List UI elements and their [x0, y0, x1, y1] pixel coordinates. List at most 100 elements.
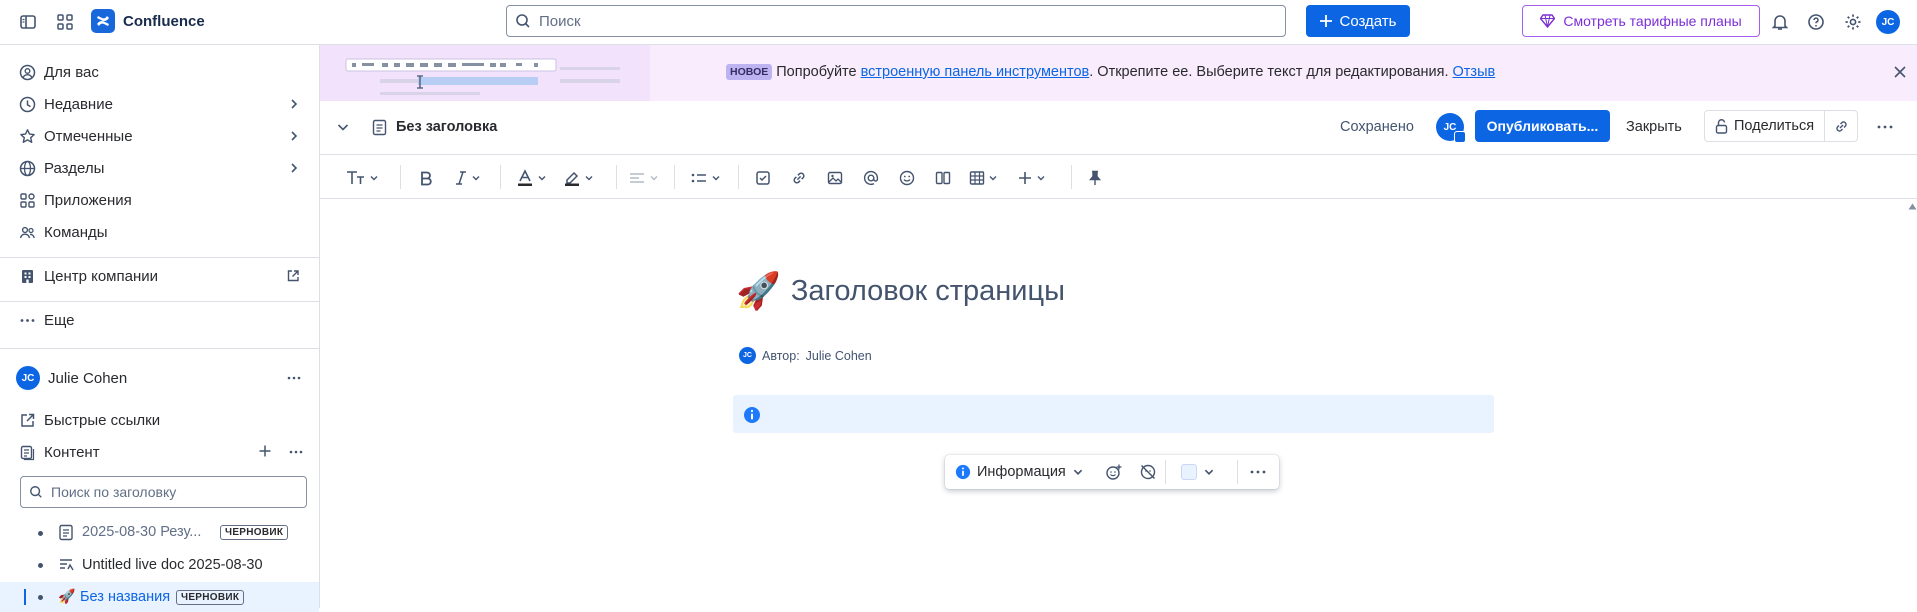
unlock-icon	[1715, 118, 1728, 134]
clock-icon	[18, 95, 36, 113]
panel-color-dropdown[interactable]	[1181, 464, 1215, 480]
bold-button[interactable]	[418, 167, 434, 189]
info-panel[interactable]	[733, 395, 1494, 433]
toolbar-divider	[616, 165, 617, 189]
space-header[interactable]: JC Julie Cohen	[16, 366, 301, 390]
embedded-toolbar-link[interactable]: встроенную панель инструментов	[861, 64, 1090, 80]
plans-label: Смотреть тарифные планы	[1563, 13, 1742, 29]
sidebar-item-spaces[interactable]: Разделы	[18, 156, 300, 180]
app-name: Confluence	[123, 12, 205, 30]
text-color-menu[interactable]	[516, 167, 547, 189]
sidebar-item-starred[interactable]: Отмеченные	[18, 124, 300, 148]
doc-title[interactable]: Без заголовка	[396, 119, 497, 135]
tree-item-title: 2025-08-30 Резу...	[82, 524, 202, 540]
content-more-icon[interactable]	[288, 444, 304, 460]
chevron-down-icon	[1036, 173, 1046, 183]
highlight-menu[interactable]	[563, 167, 594, 189]
view-plans-button[interactable]: Смотреть тарифные планы	[1522, 5, 1760, 37]
app-switcher-icon[interactable]	[53, 10, 77, 34]
page-icon	[58, 524, 74, 541]
sidebar-item-teams[interactable]: Команды	[18, 220, 300, 244]
globe-icon	[18, 159, 36, 177]
table-menu[interactable]	[969, 167, 998, 189]
share-button[interactable]: Поделиться	[1705, 111, 1826, 141]
plus-icon	[1017, 170, 1033, 186]
rocket-emoji-icon[interactable]: 🚀	[736, 273, 781, 309]
add-content-plus-icon[interactable]	[258, 444, 272, 458]
sidebar-item-content[interactable]: Контент	[18, 440, 303, 464]
notifications-bell-icon[interactable]	[1768, 10, 1792, 34]
page-title-text[interactable]: Заголовок страницы	[791, 275, 1065, 308]
space-more-icon[interactable]	[286, 370, 302, 386]
sidebar-item-quick-links[interactable]: Быстрые ссылки	[18, 408, 300, 432]
alignment-menu[interactable]	[628, 167, 659, 189]
create-button[interactable]: Создать	[1306, 5, 1410, 37]
link-button[interactable]	[791, 167, 807, 189]
banner-text-before: Попробуйте	[776, 64, 857, 80]
copy-link-button[interactable]	[1825, 111, 1857, 141]
page-title[interactable]: 🚀 Заголовок страницы	[736, 273, 1065, 309]
author-name[interactable]: Julie Cohen	[806, 349, 872, 363]
action-item-button[interactable]	[755, 167, 771, 189]
settings-gear-icon[interactable]	[1841, 10, 1865, 34]
more-options-icon[interactable]	[1249, 464, 1267, 480]
rocket-emoji-icon: 🚀	[58, 588, 76, 604]
remove-emoji-icon[interactable]	[1139, 463, 1157, 481]
draft-badge: ЧЕРНОВИК	[176, 590, 245, 605]
list-menu[interactable]	[690, 167, 721, 189]
sidebar-item-company-hub[interactable]: Центр компании	[18, 264, 300, 288]
columns-icon	[935, 170, 951, 186]
user-circle-icon	[18, 63, 36, 81]
confluence-logo[interactable]: Confluence	[91, 9, 205, 33]
emoji-button[interactable]	[899, 167, 915, 189]
global-search-input[interactable]: Поиск	[506, 5, 1286, 37]
search-placeholder: Поиск	[539, 12, 581, 30]
collapse-chevron-icon[interactable]	[336, 120, 350, 134]
feedback-link[interactable]: Отзыв	[1453, 64, 1496, 80]
new-badge: НОВОЕ	[726, 64, 773, 80]
tree-item[interactable]: Untitled live doc 2025-08-30	[0, 550, 319, 580]
sidebar-item-apps[interactable]: Приложения	[18, 188, 300, 212]
toolbar-divider	[738, 165, 739, 189]
layout-button[interactable]	[935, 167, 951, 189]
plus-icon	[1319, 14, 1333, 28]
tree-search-input[interactable]: Поиск по заголовку	[20, 476, 307, 508]
close-button[interactable]: Закрыть	[1626, 119, 1682, 135]
image-button[interactable]	[827, 167, 843, 189]
publish-button[interactable]: Опубликовать...	[1475, 110, 1610, 142]
help-icon[interactable]	[1804, 10, 1828, 34]
live-doc-icon	[58, 557, 75, 573]
mention-button[interactable]	[863, 167, 879, 189]
chevron-right-icon	[288, 130, 300, 142]
banner-message: НОВОЕ Попробуйте встроенную панель инстр…	[726, 64, 1495, 80]
text-style-menu[interactable]	[346, 167, 379, 189]
info-icon	[743, 406, 761, 424]
space-avatar: JC	[16, 366, 40, 390]
tree-bullet	[38, 530, 43, 536]
user-avatar[interactable]: JC	[1876, 10, 1900, 34]
sidebar-item-for-you[interactable]: Для вас	[18, 60, 300, 84]
italic-menu[interactable]	[454, 167, 481, 189]
presence-badge-icon	[1454, 131, 1466, 143]
panel-type-label: Информация	[977, 464, 1066, 480]
more-horizontal-icon	[18, 311, 36, 329]
more-actions-icon[interactable]	[1876, 119, 1894, 135]
pin-toolbar-button[interactable]	[1088, 167, 1102, 189]
tree-item[interactable]: 2025-08-30 Резу... ЧЕРНОВИК	[0, 518, 319, 548]
toolbar-preview-illustration	[320, 45, 650, 101]
space-name: Julie Cohen	[48, 369, 128, 387]
scroll-up-arrow-icon[interactable]	[1908, 203, 1917, 210]
sidebar-divider	[0, 348, 319, 349]
content-pages-icon	[18, 443, 36, 461]
panel-type-dropdown[interactable]: Информация	[945, 464, 1084, 480]
sidebar-item-label: Отмеченные	[44, 127, 133, 145]
insert-menu[interactable]	[1017, 167, 1046, 189]
sidebar-item-more[interactable]: Еще	[18, 308, 300, 332]
chevron-down-icon	[584, 173, 594, 183]
sidebar-toggle-icon[interactable]	[16, 10, 40, 34]
add-emoji-icon[interactable]	[1105, 463, 1123, 481]
diamond-icon	[1540, 14, 1556, 28]
link-icon	[1834, 119, 1849, 134]
close-banner-icon[interactable]	[1892, 64, 1908, 80]
sidebar-item-recent[interactable]: Недавние	[18, 92, 300, 116]
